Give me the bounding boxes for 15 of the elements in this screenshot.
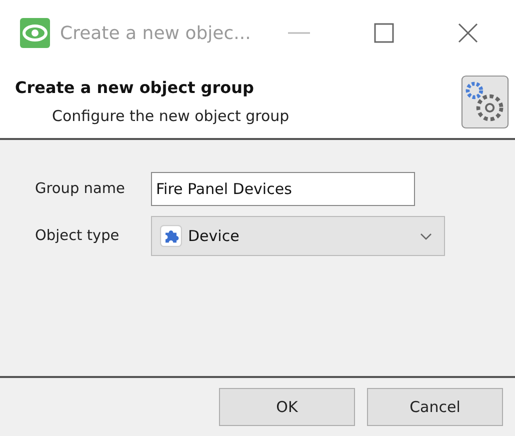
app-eye-icon bbox=[20, 18, 50, 48]
field-label: Object type bbox=[35, 228, 120, 244]
header-subtitle: Configure the new object group bbox=[52, 107, 290, 125]
group-name-field[interactable]: Fire Panel Devices bbox=[151, 172, 415, 206]
maximize-icon[interactable] bbox=[374, 23, 394, 43]
object-type-dropdown[interactable]: Device bbox=[151, 216, 445, 256]
close-icon[interactable] bbox=[458, 23, 478, 43]
puzzle-icon bbox=[160, 225, 182, 247]
header-title: Create a new object group bbox=[15, 78, 255, 97]
dialog-button[interactable]: Cancel bbox=[367, 388, 503, 426]
caret-icon bbox=[420, 232, 432, 240]
field-label: Group name bbox=[35, 181, 126, 197]
dialog-button[interactable]: OK bbox=[219, 388, 355, 426]
gears-icon bbox=[461, 75, 509, 129]
window-title: Create a new objec... bbox=[60, 22, 252, 44]
